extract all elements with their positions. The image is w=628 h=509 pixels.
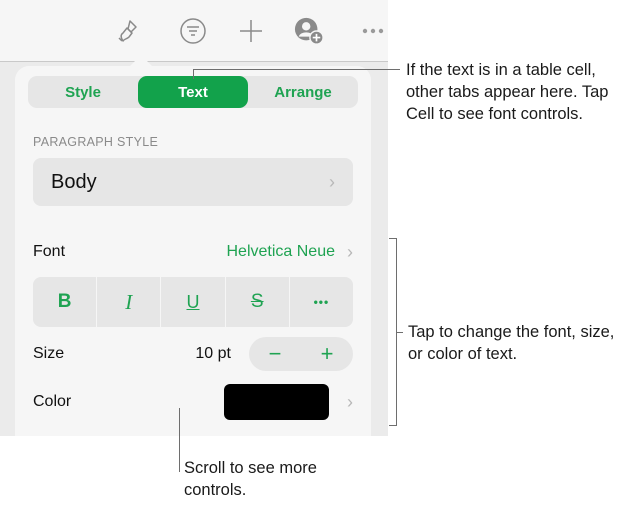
callout-tabs: If the text is in a table cell, other ta… xyxy=(406,61,609,123)
paragraph-style-selector[interactable]: Body › xyxy=(33,158,353,206)
size-label: Size xyxy=(33,345,65,362)
chevron-right-icon: › xyxy=(329,171,335,192)
text-format-bar: B I U S ••• xyxy=(33,277,353,327)
decrease-size-button[interactable]: − xyxy=(255,337,295,371)
paragraph-style-heading: PARAGRAPH STYLE xyxy=(33,135,159,149)
underline-icon: U xyxy=(186,291,200,312)
callout-bracket xyxy=(389,238,397,239)
callout-line xyxy=(179,408,180,472)
underline-button[interactable]: U xyxy=(161,277,226,327)
bold-icon: B xyxy=(57,291,72,312)
tab-text[interactable]: Text xyxy=(138,76,248,108)
color-swatch xyxy=(224,384,329,420)
italic-icon: I xyxy=(125,289,133,314)
more-icon: ••• xyxy=(313,295,330,309)
color-label: Color xyxy=(33,393,72,410)
callout-scroll: Scroll to see more controls. xyxy=(184,459,317,499)
tab-arrange[interactable]: Arrange xyxy=(248,76,358,108)
panel-bottom-edge xyxy=(0,436,388,456)
font-selector[interactable]: Font Helvetica Neue › xyxy=(33,238,353,266)
size-stepper: − + xyxy=(249,337,353,371)
filter-icon[interactable] xyxy=(178,16,208,46)
bold-button[interactable]: B xyxy=(33,277,98,327)
callout-line xyxy=(397,332,403,333)
paragraph-style-value: Body xyxy=(51,170,97,193)
chevron-right-icon: › xyxy=(347,241,353,262)
strikethrough-icon: S xyxy=(250,291,264,312)
tab-style[interactable]: Style xyxy=(28,76,138,108)
callout-bracket xyxy=(389,425,397,426)
tab-bar: Style Text Arrange xyxy=(28,76,358,108)
callout-line xyxy=(193,69,194,79)
size-value: 10 pt xyxy=(195,345,231,362)
font-value: Helvetica Neue xyxy=(226,243,336,260)
font-label: Font xyxy=(33,243,66,260)
font-size-row: Size 10 pt − + xyxy=(33,337,353,371)
chevron-right-icon: › xyxy=(347,391,353,412)
italic-button[interactable]: I xyxy=(97,277,162,327)
callout-font-controls: Tap to change the font, size, or color o… xyxy=(408,323,615,363)
toolbar xyxy=(0,0,388,62)
more-format-button[interactable]: ••• xyxy=(290,277,353,327)
increase-size-button[interactable]: + xyxy=(307,337,347,371)
plus-icon[interactable] xyxy=(236,16,266,46)
more-icon[interactable] xyxy=(358,16,388,46)
strikethrough-button[interactable]: S xyxy=(226,277,290,327)
collaborate-icon[interactable] xyxy=(294,16,324,46)
callout-line xyxy=(193,69,400,70)
text-color-selector[interactable]: Color › xyxy=(33,384,353,420)
popover-arrow xyxy=(130,55,152,66)
paintbrush-icon[interactable] xyxy=(114,16,144,46)
